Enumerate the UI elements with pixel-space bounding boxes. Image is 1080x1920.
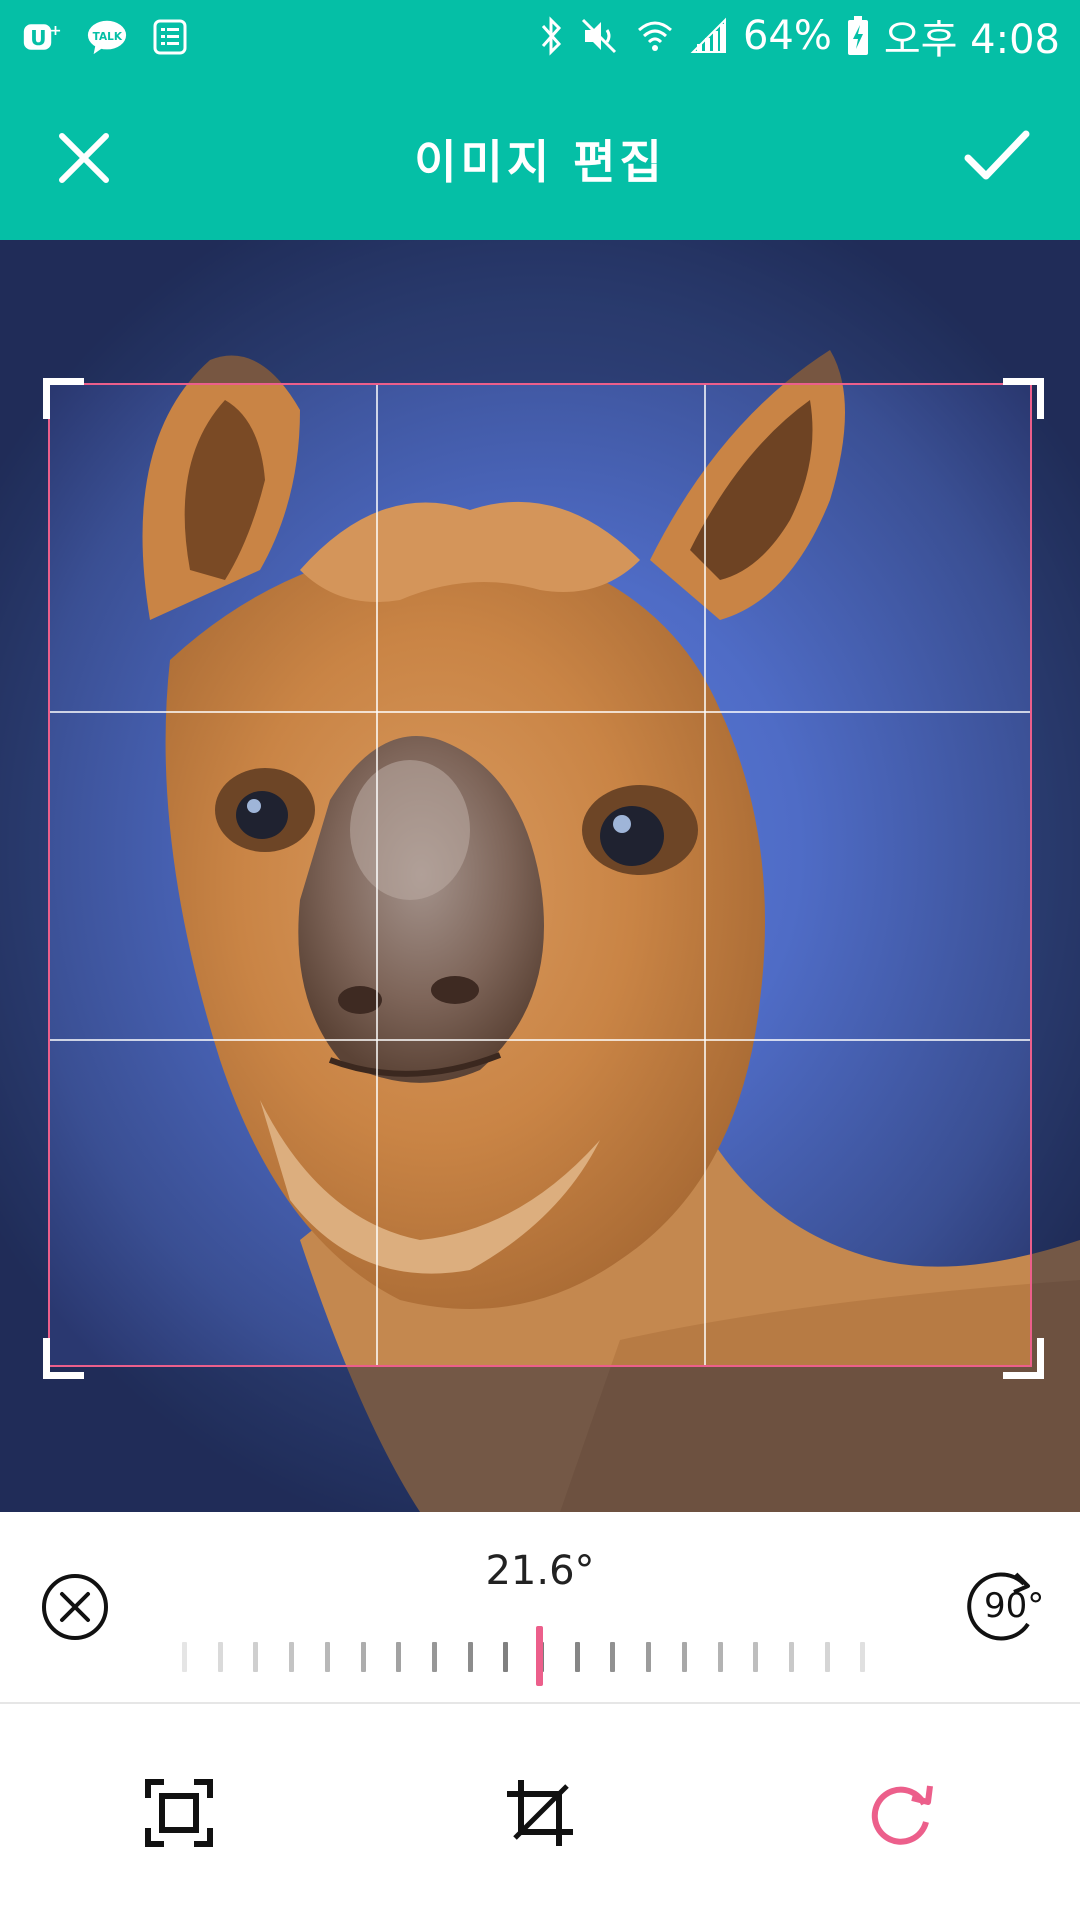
svg-text:TALK: TALK <box>93 31 123 43</box>
dial-tick <box>431 1642 437 1672</box>
dim-overlay-top <box>0 240 1080 383</box>
kakaotalk-icon: TALK <box>87 20 127 55</box>
clock: 오후 4:08 <box>883 17 1060 63</box>
crop-icon <box>507 1780 573 1846</box>
crop-handle-top-left[interactable] <box>43 378 84 419</box>
image-canvas[interactable] <box>0 240 1080 1512</box>
grid-line-h1 <box>50 711 1030 713</box>
dial-tick <box>253 1642 259 1672</box>
battery-percent: 64% <box>742 13 832 59</box>
crop-frame[interactable] <box>48 383 1032 1367</box>
rotation-angle: 21.6° <box>485 1548 595 1594</box>
dial-needle <box>536 1626 543 1686</box>
crop-handle-bottom-left[interactable] <box>43 1338 84 1379</box>
dial-tick <box>396 1642 402 1672</box>
app-bar: 이미지 편집 <box>0 74 1080 240</box>
dial-tick <box>788 1642 794 1672</box>
signal-icon <box>690 17 726 53</box>
rotation-controls: 21.6° 90° <box>0 1512 1080 1704</box>
bluetooth-icon <box>541 16 562 56</box>
top-bar: U + TALK 64% 오후 4:08 이미지 편집 <box>0 0 1080 240</box>
rotate-90-button[interactable]: 90° <box>962 1570 1044 1644</box>
rotate-90-label: 90° <box>984 1586 1045 1626</box>
notes-icon <box>153 19 187 55</box>
dial-tick <box>681 1642 687 1672</box>
dial-tick <box>360 1642 366 1672</box>
crop-handle-bottom-right[interactable] <box>1003 1338 1044 1379</box>
dial-tick <box>860 1642 866 1672</box>
grid-line-v1 <box>376 385 378 1365</box>
uplus-icon: U + <box>23 22 62 50</box>
dial-tick <box>324 1642 330 1672</box>
dial-tick <box>467 1642 473 1672</box>
battery-charging-icon <box>847 16 868 55</box>
rotate-icon <box>871 1785 933 1845</box>
dial-tick <box>503 1642 509 1672</box>
dial-tick <box>824 1642 830 1672</box>
status-bar: U + TALK 64% 오후 4:08 <box>0 0 1080 74</box>
dial-tick <box>753 1642 759 1672</box>
grid-line-h2 <box>50 1039 1030 1041</box>
dial-tick <box>717 1642 723 1672</box>
dial-tick <box>182 1642 187 1672</box>
dial-tick <box>610 1642 616 1672</box>
dial-tick <box>217 1642 223 1672</box>
aspect-ratio-tool-button[interactable] <box>144 1778 214 1848</box>
confirm-button[interactable] <box>962 124 1032 188</box>
dial-tick <box>289 1642 295 1672</box>
dial-tick <box>574 1642 580 1672</box>
bottom-toolbar <box>0 1704 1080 1920</box>
dial-tick <box>646 1642 652 1672</box>
grid-line-v2 <box>704 385 706 1365</box>
crop-handle-top-right[interactable] <box>1003 378 1044 419</box>
svg-text:U: U <box>30 26 46 50</box>
page-title: 이미지 편집 <box>414 135 666 189</box>
frame-icon <box>145 1779 213 1847</box>
dim-overlay-bottom <box>0 1367 1080 1512</box>
crop-tool-button[interactable] <box>505 1778 575 1848</box>
dim-overlay-right <box>1032 383 1080 1367</box>
dim-overlay-left <box>0 383 48 1367</box>
wifi-icon <box>637 21 672 51</box>
svg-text:+: + <box>49 22 61 39</box>
mute-icon <box>581 18 617 54</box>
rotate-tool-button[interactable] <box>866 1778 936 1848</box>
rotation-dial[interactable] <box>180 1626 880 1686</box>
